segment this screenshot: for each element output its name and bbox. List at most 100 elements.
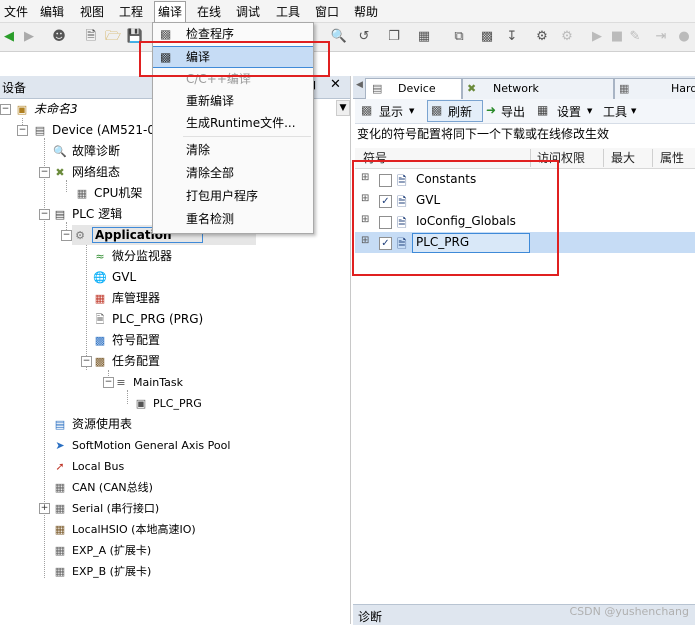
tree-item-gvl[interactable]: 🌐 GVL — [92, 267, 136, 287]
devices-panel-title: 设备 — [2, 81, 27, 95]
step-icon[interactable]: ⇥ — [652, 28, 670, 46]
chevron-down-icon[interactable]: ▼ — [409, 107, 414, 115]
tab-scroll-left-icon[interactable]: ◀ — [356, 80, 363, 90]
open-folder-icon[interactable]: 🗁 — [104, 28, 122, 46]
menu-item-clean-all[interactable]: 清除全部 — [153, 162, 313, 184]
tree-item-task-plc-prg[interactable]: ▣ PLC_PRG — [133, 393, 202, 413]
tree-expander[interactable]: − — [61, 230, 72, 241]
tree-item-exp-b[interactable]: ▦ EXP_B (扩展卡) — [52, 561, 151, 581]
menu-item-package-program[interactable]: 打包用户程序 — [153, 185, 313, 207]
forward-icon[interactable]: ▶ — [20, 28, 38, 46]
new-file-icon[interactable]: 🗎 — [82, 28, 100, 46]
plc-logic-icon: ▤ — [54, 207, 66, 221]
symbol-config-toolbar: ▩ 显示 ▼ ▩ 刷新 ➜ 导出 ▦ 设置 ▼ 工具 ▼ — [355, 99, 695, 124]
menu-view[interactable]: 视图 — [80, 3, 104, 20]
tree-item-project[interactable]: ▣ 未命名3 — [14, 99, 78, 119]
menu-debug[interactable]: 调试 — [236, 3, 260, 20]
refresh-button[interactable]: ▩ 刷新 — [427, 100, 483, 122]
show-button[interactable]: 显示 — [379, 103, 403, 120]
diagnosis-panel-title: 诊断 — [358, 610, 383, 624]
menu-edit[interactable]: 编辑 — [40, 3, 64, 20]
tree-expander[interactable]: − — [39, 209, 50, 220]
menu-item-generate-runtime[interactable]: 生成Runtime文件... — [153, 112, 313, 134]
rack-icon: ▦ — [76, 186, 88, 200]
task-config-icon: ▩ — [94, 354, 106, 368]
tree-item-network[interactable]: ✖ 网络组态 — [52, 162, 120, 182]
hardware-icon: ▦ — [619, 82, 630, 95]
find-icon[interactable]: 🔍 — [330, 28, 348, 46]
new-object-icon[interactable]: ⧉ — [450, 28, 468, 46]
tree-item-local-bus[interactable]: ➚ Local Bus — [52, 456, 124, 476]
tree-item-task-config[interactable]: ▩ 任务配置 — [92, 351, 160, 371]
chevron-down-icon[interactable]: ▼ — [631, 107, 636, 115]
menu-tools[interactable]: 工具 — [276, 3, 300, 20]
replace-icon[interactable]: ↺ — [355, 28, 373, 46]
copy-icon[interactable]: ❐ — [385, 28, 403, 46]
panel-dropdown-icon[interactable]: ▼ — [336, 100, 350, 116]
tab-network-configuration[interactable]: ✖ Network Configuration — [462, 78, 614, 115]
tree-expander[interactable]: − — [17, 125, 28, 136]
tools-button[interactable]: 工具 — [603, 103, 627, 120]
tree-expander[interactable]: + — [39, 503, 50, 514]
stop-icon[interactable]: ■ — [608, 28, 626, 46]
export-button[interactable]: 导出 — [501, 103, 525, 120]
axis-icon: ➤ — [55, 438, 65, 452]
watermark: CSDN @yushenchang — [569, 605, 690, 618]
tree-item-diagnosis[interactable]: 🔍 故障诊断 — [52, 141, 120, 161]
tree-item-library[interactable]: ▦ 库管理器 — [92, 288, 160, 308]
pou-call-icon: ▣ — [135, 396, 147, 410]
user-icon[interactable]: ☻ — [50, 28, 68, 46]
gvl-icon: 🌐 — [93, 270, 107, 284]
chevron-down-icon[interactable]: ▼ — [587, 107, 592, 115]
menu-window[interactable]: 窗口 — [315, 3, 339, 20]
project-icon: ▣ — [16, 102, 28, 116]
tree-item-serial[interactable]: ▦ Serial (串行接口) — [52, 498, 159, 518]
tree-expander[interactable]: − — [39, 167, 50, 178]
refresh-icon: ▩ — [431, 103, 443, 117]
download-icon[interactable]: ↧ — [503, 28, 521, 46]
tree-item-axis-pool[interactable]: ➤ SoftMotion General Axis Pool — [52, 435, 230, 455]
close-icon[interactable]: ✕ — [330, 77, 341, 92]
build-toolbar-icon[interactable]: ▩ — [478, 28, 496, 46]
tree-item-can[interactable]: ▦ CAN (CAN总线) — [52, 477, 153, 497]
column-attribute[interactable]: 属性 — [660, 149, 684, 166]
tree-item-symbol-config[interactable]: ▩ 符号配置 — [92, 330, 160, 350]
pou-icon: 🗎 — [95, 312, 105, 326]
back-icon[interactable]: ◀ — [0, 28, 18, 46]
tree-expander[interactable]: − — [81, 356, 92, 367]
menu-online[interactable]: 在线 — [197, 3, 221, 20]
tree-item-maintask[interactable]: ≡ MainTask — [113, 372, 183, 392]
menu-build[interactable]: 编译 — [154, 1, 187, 23]
tab-device[interactable]: ▤ Device — [365, 78, 462, 99]
menu-item-clean[interactable]: 清除 — [153, 139, 313, 161]
symbol-config-icon: ▩ — [94, 333, 106, 347]
device-icon: ▤ — [34, 123, 46, 137]
column-max[interactable]: 最大 — [611, 149, 635, 166]
tab-hardware[interactable]: ▦ Hard — [614, 78, 695, 99]
menu-item-duplicate-name-check[interactable]: 重名检测 — [153, 208, 313, 230]
menu-file[interactable]: 文件 — [4, 3, 28, 20]
application-icon: ⚙ — [75, 228, 85, 242]
tree-item-plc-prg[interactable]: 🗎 PLC_PRG (PRG) — [92, 309, 204, 329]
logout-icon[interactable]: ⚙ — [558, 28, 576, 46]
menu-help[interactable]: 帮助 — [354, 3, 378, 20]
breakpoint-icon[interactable]: ● — [675, 28, 693, 46]
tree-item-cpu-rack[interactable]: ▦ CPU机架 — [74, 183, 143, 203]
tree-expander[interactable]: − — [0, 104, 11, 115]
run-icon[interactable]: ▶ — [588, 28, 606, 46]
edit-icon[interactable]: ✎ — [626, 28, 644, 46]
menu-bar: 文件 编辑 视图 工程 编译 在线 调试 工具 窗口 帮助 — [0, 0, 695, 23]
add-device-icon[interactable]: ▦ — [415, 28, 433, 46]
tree-item-exp-a[interactable]: ▦ EXP_A (扩展卡) — [52, 540, 151, 560]
module-icon: ▦ — [54, 543, 66, 557]
settings-button[interactable]: 设置 — [557, 103, 581, 120]
tree-item-local-hsio[interactable]: ▦ LocalHSIO (本地高速IO) — [52, 519, 196, 539]
tree-item-monitor[interactable]: ≈ 微分监视器 — [92, 246, 172, 266]
menu-item-rebuild[interactable]: 重新编译 — [153, 90, 313, 112]
login-icon[interactable]: ⚙ — [533, 28, 551, 46]
tree-item-resource-table[interactable]: ▤ 资源使用表 — [52, 414, 132, 434]
tree-item-plc-logic[interactable]: ▤ PLC 逻辑 — [52, 204, 122, 224]
menu-project[interactable]: 工程 — [119, 3, 143, 20]
annotation-box-symbols — [352, 160, 559, 276]
show-icon: ▩ — [361, 103, 373, 117]
